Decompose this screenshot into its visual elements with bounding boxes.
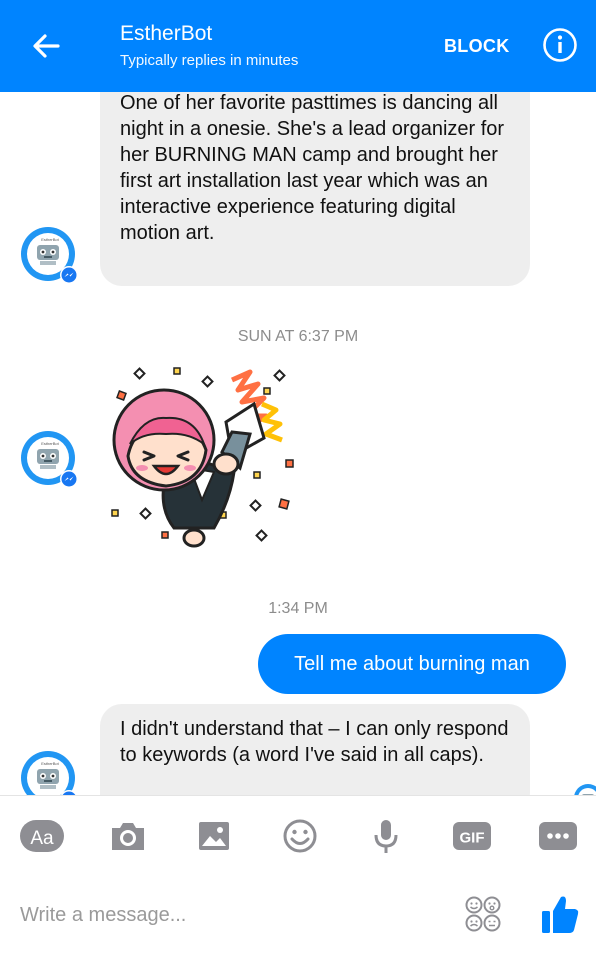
- svg-text:EstherBot: EstherBot: [41, 761, 59, 766]
- reactions-icon[interactable]: [464, 895, 502, 933]
- emoji-icon[interactable]: [278, 816, 322, 856]
- chat-title[interactable]: EstherBot: [120, 22, 212, 46]
- bot-avatar[interactable]: EstherBot: [20, 226, 80, 286]
- message-input[interactable]: [20, 899, 440, 931]
- svg-text:EstherBot: EstherBot: [41, 237, 59, 242]
- svg-text:Aa: Aa: [30, 828, 54, 849]
- message-thread[interactable]: One of her favorite pasttimes is dancing…: [0, 92, 596, 795]
- info-icon[interactable]: [542, 27, 578, 63]
- back-arrow-icon[interactable]: [28, 28, 64, 64]
- block-button[interactable]: BLOCK: [444, 36, 510, 57]
- camera-icon[interactable]: [106, 816, 150, 856]
- bot-message-bubble[interactable]: One of her favorite pasttimes is dancing…: [100, 92, 530, 286]
- message-composer: [0, 875, 596, 953]
- gif-icon[interactable]: GIF: [450, 816, 494, 856]
- thumbs-up-icon[interactable]: [540, 893, 580, 935]
- svg-text:GIF: GIF: [460, 830, 485, 847]
- timestamp: SUN AT 6:37 PM: [237, 328, 359, 345]
- svg-text:EstherBot: EstherBot: [41, 441, 59, 446]
- party-girl-sticker[interactable]: [104, 360, 304, 552]
- image-icon[interactable]: [192, 816, 236, 856]
- bot-avatar[interactable]: EstherBot: [20, 430, 80, 490]
- bot-message-bubble[interactable]: I didn't understand that – I can only re…: [100, 704, 530, 795]
- seen-receipt-avatar: [574, 784, 596, 795]
- user-message-bubble[interactable]: Tell me about burning man: [258, 634, 566, 694]
- bot-avatar[interactable]: EstherBot: [20, 750, 80, 795]
- chat-subtitle: Typically replies in minutes: [120, 52, 299, 69]
- composer-toolbar: Aa GIF: [0, 795, 596, 876]
- more-icon[interactable]: [536, 816, 580, 856]
- microphone-icon[interactable]: [364, 816, 408, 856]
- timestamp: 1:34 PM: [268, 600, 328, 617]
- text-icon[interactable]: Aa: [20, 816, 64, 856]
- chat-header: EstherBot Typically replies in minutes B…: [0, 0, 596, 92]
